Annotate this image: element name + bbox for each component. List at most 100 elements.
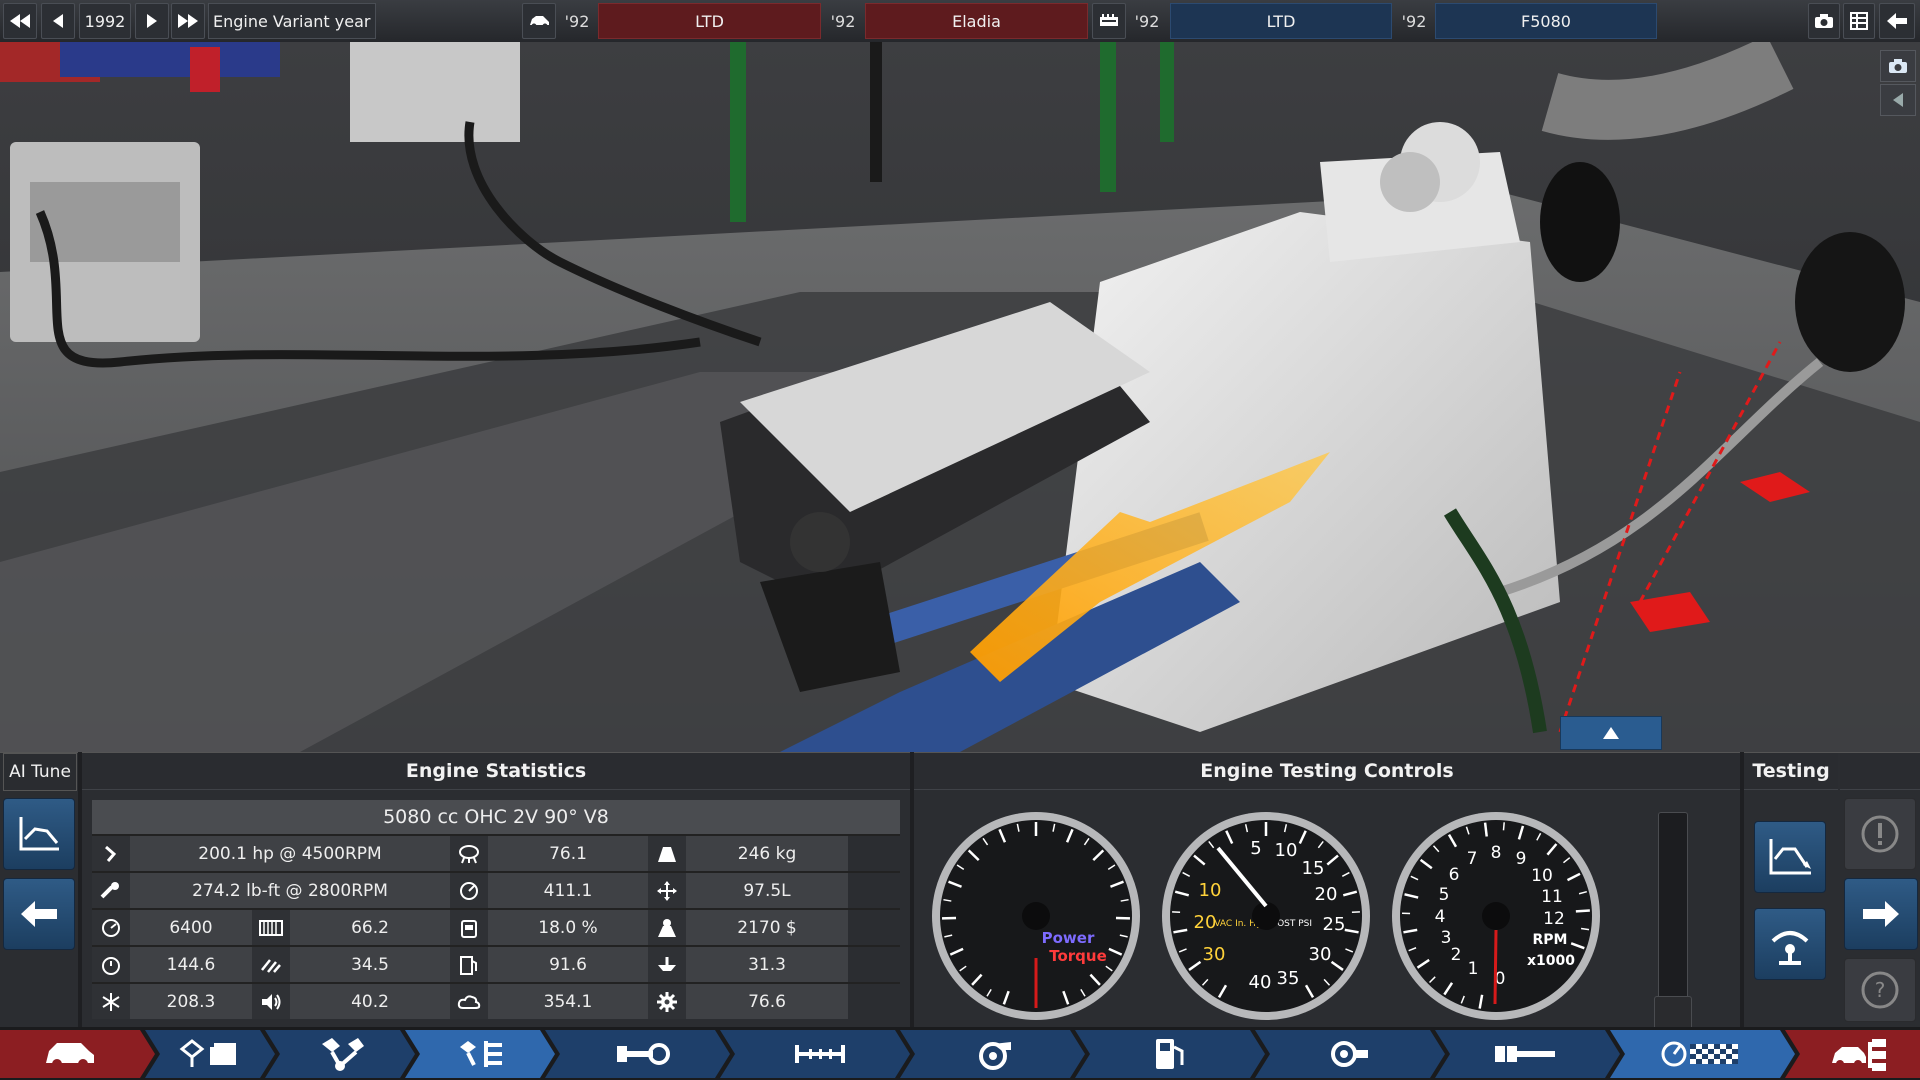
side-collapse-button[interactable] xyxy=(1880,84,1916,116)
next-step-button[interactable] xyxy=(1844,878,1918,950)
back-button[interactable] xyxy=(1879,3,1915,39)
throttle-slider-handle[interactable] xyxy=(1654,996,1692,1030)
pump-icon xyxy=(450,947,488,982)
stats-row: 200.1 hp @ 4500RPM 76.1 246 kg xyxy=(92,834,900,871)
efficiency-value: 18.0 % xyxy=(488,910,648,945)
camera-icon xyxy=(1815,14,1833,28)
radiator-icon xyxy=(252,910,290,945)
engine-test-viewport[interactable] xyxy=(0,42,1920,752)
turbo-tab[interactable] xyxy=(925,1030,1065,1078)
gauge-tick xyxy=(1483,822,1488,837)
car-select-button[interactable] xyxy=(522,3,556,39)
fuel-economy-icon xyxy=(450,873,488,908)
dyno-chart-button[interactable] xyxy=(1754,821,1826,893)
car-trim-dropdown[interactable]: LTD xyxy=(598,3,821,39)
rpm-label-5: 5 xyxy=(1439,885,1450,905)
help-icon: ? xyxy=(1861,971,1899,1009)
car-model-dropdown[interactable]: Eladia xyxy=(865,3,1088,39)
prev-step-button[interactable] xyxy=(3,878,75,950)
redline-value: 6400 xyxy=(130,910,252,945)
torque-value: 274.2 lb-ft @ 2800RPM xyxy=(130,873,450,908)
power-value: 200.1 hp @ 4500RPM xyxy=(130,836,450,871)
emissions-icon xyxy=(450,836,488,871)
exhaust-icon xyxy=(1495,1046,1555,1062)
aspiration-tab[interactable] xyxy=(575,1030,710,1078)
ignition-tab[interactable] xyxy=(1280,1030,1420,1078)
car-body-tab[interactable] xyxy=(20,1030,120,1078)
cost-icon xyxy=(648,910,686,945)
car-engine-tree-tab[interactable] xyxy=(1810,1030,1910,1078)
pistons-icon xyxy=(322,1038,364,1071)
rpm-label-12: 12 xyxy=(1543,909,1565,929)
rpm-label-1: 1 xyxy=(1468,959,1479,979)
right-arrow-icon xyxy=(1863,901,1899,927)
stats-row: 274.2 lb-ft @ 2800RPM 411.1 97.5L xyxy=(92,871,900,908)
stats-row: 6400 66.2 18.0 % 2170 $ xyxy=(92,908,900,945)
rpm-label-2: 2 xyxy=(1451,945,1462,965)
engine-top-end-tab[interactable] xyxy=(425,1030,540,1078)
boost-label-35: 35 xyxy=(1277,968,1300,989)
left-arrow-icon xyxy=(53,14,63,28)
gauge-tick xyxy=(1575,909,1590,913)
rpm-label-3: 3 xyxy=(1441,928,1452,948)
octane-value: 91.6 xyxy=(488,947,648,982)
warnings-button[interactable] xyxy=(1844,798,1916,870)
start-dyno-button[interactable] xyxy=(1754,908,1826,980)
reliability-value: 76.6 xyxy=(686,984,848,1019)
left-arrow-icon xyxy=(21,901,57,927)
spreadsheet-button[interactable] xyxy=(1843,3,1875,39)
intake-tab[interactable] xyxy=(750,1030,890,1078)
sensor-icon xyxy=(1331,1041,1368,1067)
engine-family-dropdown[interactable]: LTD xyxy=(1170,3,1392,39)
last-year-button[interactable] xyxy=(171,3,205,39)
boost-label-25: 25 xyxy=(1323,914,1346,935)
boost-gauge: 5 10 15 20 25 30 35 40 10 20 30 VAC In. … xyxy=(1158,808,1374,1024)
engine-variant-dropdown[interactable]: F5080 xyxy=(1435,3,1657,39)
ai-tune-panel: AI Tune xyxy=(0,752,78,1028)
stats-row: 208.3 40.2 354.1 76.6 xyxy=(92,982,900,1019)
cooling-icon xyxy=(92,984,130,1019)
boost-label-20: 20 xyxy=(1315,884,1338,905)
car-icon xyxy=(46,1043,94,1069)
engine-statistics-title: Engine Statistics xyxy=(82,753,910,790)
engine-dyno-scene-image xyxy=(0,42,1920,752)
first-year-button[interactable] xyxy=(3,3,37,39)
screenshot-button[interactable] xyxy=(1880,50,1916,82)
fuel-tab[interactable] xyxy=(1100,1030,1240,1078)
engine-family-tab[interactable] xyxy=(160,1030,260,1078)
camshaft-icon xyxy=(616,1043,670,1065)
next-year-button[interactable] xyxy=(135,3,169,39)
rpm-label-11: 11 xyxy=(1541,887,1563,907)
testing-tab[interactable] xyxy=(1630,1030,1770,1078)
rpm-label-7: 7 xyxy=(1467,849,1478,869)
back-arrow-icon xyxy=(1887,13,1907,29)
collapse-panel-button[interactable] xyxy=(1560,716,1662,750)
year-field[interactable]: 1992 xyxy=(79,3,131,39)
throttle-slider[interactable] xyxy=(1654,812,1692,1030)
reliability-icon xyxy=(648,984,686,1019)
engine-select-button[interactable] xyxy=(1092,3,1126,39)
prev-year-button[interactable] xyxy=(41,3,75,39)
gauge-tick xyxy=(1502,822,1505,831)
size-icon xyxy=(648,873,686,908)
boost-label-10: 10 xyxy=(1275,840,1298,861)
response-value: 144.6 xyxy=(130,947,252,982)
stats-row: 144.6 34.5 91.6 31.3 xyxy=(92,945,900,982)
smoothness-icon xyxy=(252,947,290,982)
power-icon xyxy=(92,836,130,871)
camera-button[interactable] xyxy=(1808,3,1840,39)
cost-value: 2170 $ xyxy=(686,910,848,945)
engine-bottom-end-tab[interactable] xyxy=(285,1030,395,1078)
help-button[interactable]: ? xyxy=(1844,958,1916,1022)
car-year-label: '92 xyxy=(564,11,590,31)
turbo-icon xyxy=(979,1042,1011,1070)
dyno-graph-button[interactable] xyxy=(3,798,75,870)
fuel-pump-icon xyxy=(1156,1039,1184,1069)
graph-icon xyxy=(1769,839,1811,875)
dyno-icon xyxy=(1661,1041,1738,1067)
ai-tune-label[interactable]: AI Tune xyxy=(3,753,77,791)
vac-label-20: 20 xyxy=(1194,912,1217,933)
exhaust-tab[interactable] xyxy=(1455,1030,1595,1078)
rpm-label-9: 9 xyxy=(1516,849,1527,869)
testing-title-spacer xyxy=(1840,753,1920,790)
